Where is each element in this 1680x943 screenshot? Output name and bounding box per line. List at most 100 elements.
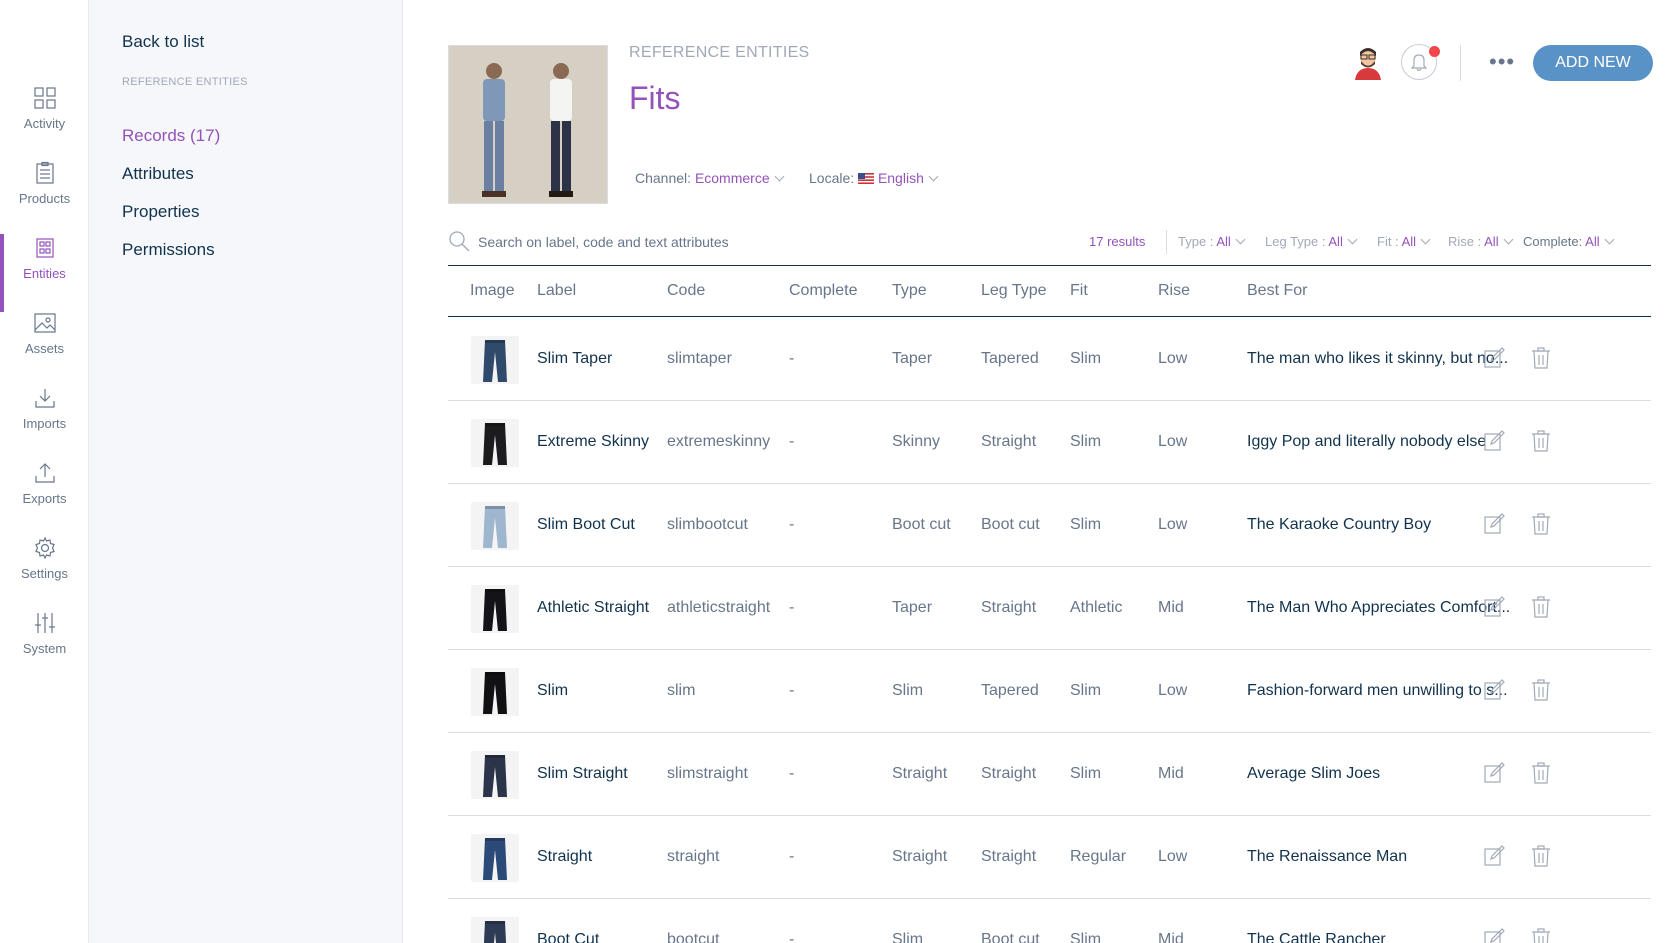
trash-icon[interactable]	[1529, 512, 1553, 536]
cell-code: slimstraight	[667, 765, 748, 782]
cell-type: Slim	[892, 931, 924, 943]
cell-code: slim	[667, 682, 696, 699]
table-row[interactable]: Slim Boot Cut slimbootcut - Boot cut Boot cu…	[448, 484, 1651, 567]
trash-icon[interactable]	[1529, 346, 1553, 370]
column-complete: Complete	[789, 282, 858, 299]
subnav-properties[interactable]: Properties	[122, 202, 199, 222]
cell-code: straight	[667, 848, 720, 865]
table-row[interactable]: Slim Taper slimtaper - Taper Tapered Slim Low T…	[448, 318, 1651, 401]
subnav-records[interactable]: Records (17)	[122, 126, 220, 146]
nav-activity[interactable]: Activity	[0, 86, 89, 158]
divider	[1460, 45, 1461, 81]
chevron-down-icon	[1347, 234, 1358, 245]
cell-rise: Mid	[1158, 931, 1184, 943]
filter-rise-value: All	[1484, 234, 1499, 249]
channel-switcher[interactable]: Channel: Ecommerce	[635, 170, 785, 186]
cell-complete: -	[789, 765, 795, 782]
cell-fit: Slim	[1070, 765, 1102, 782]
cell-rise: Low	[1158, 682, 1188, 699]
table-row[interactable]: Slim Straight slimstraight - Straight Straig…	[448, 733, 1651, 816]
add-new-button[interactable]: ADD NEW	[1533, 45, 1653, 81]
trash-icon[interactable]	[1529, 429, 1553, 453]
main-content: REFERENCE ENTITIES Fits Channel: Ecommer…	[403, 0, 1680, 943]
chevron-down-icon	[1235, 234, 1246, 245]
search-input[interactable]	[478, 230, 1018, 254]
nav-imports-label: Imports	[22, 416, 67, 431]
filter-leg-type-value: All	[1328, 234, 1343, 249]
trash-icon[interactable]	[1529, 761, 1553, 785]
cell-complete: -	[789, 682, 795, 699]
edit-icon[interactable]	[1482, 429, 1506, 453]
cell-fit: Slim	[1070, 682, 1102, 699]
filter-fit-value: All	[1401, 234, 1417, 249]
record-thumbnail	[471, 751, 519, 799]
cell-label: Boot Cut	[537, 931, 600, 943]
trash-icon[interactable]	[1529, 927, 1553, 943]
record-thumbnail	[471, 668, 519, 716]
filter-leg-type-label: Leg Type :	[1265, 234, 1326, 249]
cell-label: Extreme Skinny	[537, 433, 650, 450]
edit-icon[interactable]	[1482, 761, 1506, 785]
nav-exports[interactable]: Exports	[0, 461, 89, 533]
search-icon	[449, 231, 470, 252]
subnav-permissions[interactable]: Permissions	[122, 240, 215, 260]
cell-label: Athletic Straight	[537, 599, 650, 616]
table-row[interactable]: Extreme Skinny extremeskinny - Skinny Straig…	[448, 401, 1651, 484]
nav-assets[interactable]: Assets	[0, 311, 89, 383]
cell-code: bootcut	[667, 931, 720, 943]
cell-fit: Slim	[1070, 350, 1102, 367]
nav-system-label: System	[22, 641, 67, 656]
trash-icon[interactable]	[1529, 844, 1553, 868]
table-row[interactable]: Slim slim - Slim Tapered Slim Low Fashion-forwa…	[448, 650, 1651, 733]
filter-rise[interactable]: Rise : All	[1448, 234, 1514, 249]
column-image: Image	[470, 282, 515, 299]
trash-icon[interactable]	[1529, 595, 1553, 619]
cell-type: Skinny	[892, 433, 941, 450]
table-row[interactable]: Straight straight - Straight Straight Regular…	[448, 816, 1651, 899]
filter-complete-label: Complete:	[1523, 234, 1583, 249]
edit-icon[interactable]	[1482, 346, 1506, 370]
channel-value: Ecommerce	[694, 170, 770, 186]
nav-assets-label: Assets	[24, 341, 64, 356]
cell-rise: Mid	[1158, 765, 1184, 782]
cell-code: slimbootcut	[667, 516, 748, 533]
avatar[interactable]	[1351, 44, 1385, 80]
trash-icon[interactable]	[1529, 678, 1553, 702]
edit-icon[interactable]	[1482, 844, 1506, 868]
clipboard-icon	[35, 161, 54, 184]
nav-imports[interactable]: Imports	[0, 386, 89, 458]
notification-badge	[1429, 46, 1440, 57]
filter-fit[interactable]: Fit : All	[1377, 234, 1431, 249]
nav-system[interactable]: System	[0, 611, 89, 683]
nav-entities[interactable]: Entities	[0, 234, 89, 312]
cell-code: slimtaper	[667, 350, 732, 367]
filter-type[interactable]: Type : All	[1178, 234, 1246, 249]
page-title: Fits	[629, 80, 681, 116]
record-thumbnail	[471, 419, 519, 467]
nav-exports-label: Exports	[22, 491, 67, 506]
cell-type: Straight	[892, 848, 948, 865]
upload-icon	[34, 463, 55, 483]
filter-leg-type[interactable]: Leg Type : All	[1265, 234, 1358, 249]
table-row[interactable]: Athletic Straight athleticstraight - Taper S…	[448, 567, 1651, 650]
more-menu-button[interactable]: •••	[1489, 49, 1515, 75]
main-navigation: Activity Products Entities Assets Import…	[0, 0, 89, 943]
locale-switcher[interactable]: Locale: English	[809, 170, 939, 186]
subnav-attributes[interactable]: Attributes	[122, 164, 194, 184]
back-to-list-link[interactable]: Back to list	[122, 32, 204, 52]
nav-products[interactable]: Products	[0, 161, 89, 233]
edit-icon[interactable]	[1482, 512, 1506, 536]
cell-complete: -	[789, 848, 795, 865]
cell-leg-type: Boot cut	[981, 516, 1040, 533]
us-flag-icon	[858, 173, 875, 184]
filter-complete[interactable]: Complete: All	[1523, 234, 1615, 249]
edit-icon[interactable]	[1482, 678, 1506, 702]
filter-rise-label: Rise :	[1448, 234, 1482, 249]
edit-icon[interactable]	[1482, 595, 1506, 619]
nav-settings[interactable]: Settings	[0, 536, 89, 608]
edit-icon[interactable]	[1482, 927, 1506, 943]
sliders-icon	[34, 613, 55, 633]
breadcrumb[interactable]: REFERENCE ENTITIES	[629, 44, 810, 62]
table-row[interactable]: Boot Cut bootcut - Slim Boot cut Slim Mid The C…	[448, 899, 1651, 943]
filter-complete-value: All	[1585, 234, 1600, 249]
